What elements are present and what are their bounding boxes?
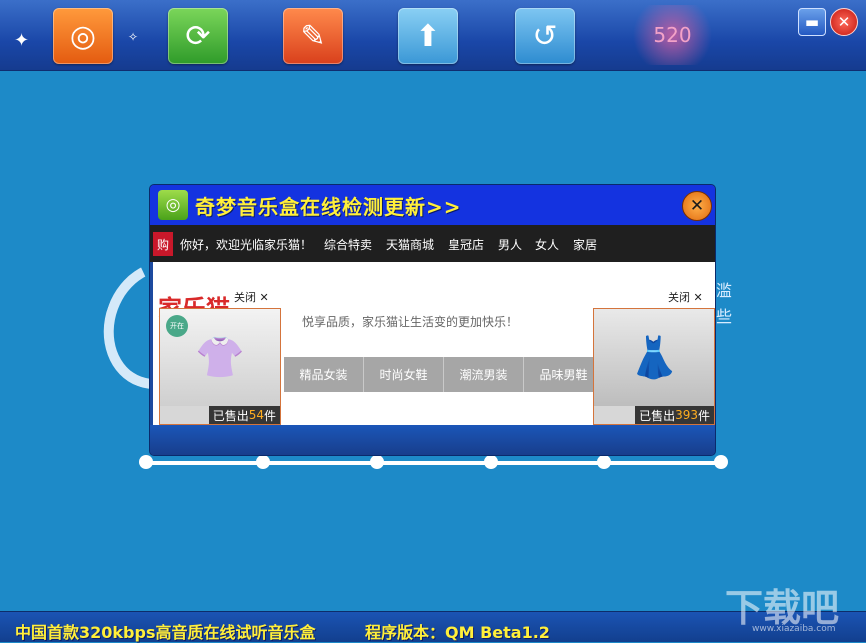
status-tagline: 中国首款320kbps高音质在线试听音乐盒: [15, 619, 315, 643]
close-icon: ✕: [838, 13, 851, 31]
product-ad-right[interactable]: 👗 已售出393件: [593, 308, 715, 425]
category-tab[interactable]: 品味男鞋: [524, 357, 604, 392]
minimize-icon: ▬: [805, 13, 819, 31]
slider-track[interactable]: [145, 461, 721, 465]
category-tab[interactable]: 时尚女鞋: [364, 357, 444, 392]
nav-link[interactable]: 家居: [573, 236, 597, 253]
ad-close-link[interactable]: 关闭 ✕: [234, 289, 269, 305]
upload-arrow-icon: ⬆: [415, 19, 440, 54]
refresh-button[interactable]: ⟳: [168, 8, 228, 64]
slider-dot[interactable]: [597, 455, 611, 469]
restore-icon: ↺: [532, 19, 557, 54]
slider-dot[interactable]: [370, 455, 384, 469]
popup-title: 奇梦音乐盒在线检测更新>>: [195, 191, 462, 220]
nav-link[interactable]: 皇冠店: [448, 236, 484, 253]
popup-close-button[interactable]: ✕: [682, 191, 712, 221]
music-box-logo-button[interactable]: ◎: [53, 8, 113, 64]
slider-dot[interactable]: [484, 455, 498, 469]
watermark-url: www.xiazaiba.com: [752, 624, 836, 634]
update-popup: ◎ 奇梦音乐盒在线检测更新>> ✕ 购 你好，欢迎光临家乐猫！ 综合特卖 天猫商…: [150, 185, 715, 455]
upload-button[interactable]: ⬆: [398, 8, 458, 64]
version-label: 程序版本：QM Beta1.2: [365, 619, 550, 643]
shop-content: 家乐猫m 悦享品质，家乐猫让生活变的更加快乐！ 精品女装 时尚女鞋 潮流男装 品…: [153, 262, 715, 425]
nav-link[interactable]: 综合特卖: [324, 236, 372, 253]
nav-link[interactable]: 男人: [498, 236, 522, 253]
nav-link[interactable]: 天猫商城: [386, 236, 434, 253]
nav-greeting: 你好，欢迎光临家乐猫！: [180, 236, 312, 253]
restore-button[interactable]: ↺: [515, 8, 575, 64]
heart-text: 520: [653, 23, 691, 47]
slider-dot[interactable]: [139, 455, 153, 469]
cart-icon: 购: [153, 232, 173, 256]
refresh-icon: ⟳: [185, 19, 210, 54]
notepad-icon: ✎: [300, 19, 325, 54]
close-icon: ✕: [690, 196, 704, 216]
category-tab[interactable]: 潮流男装: [444, 357, 524, 392]
shop-nav-bar: 购 你好，欢迎光临家乐猫！ 综合特卖 天猫商城 皇冠店 男人 女人 家居: [150, 225, 715, 262]
notepad-button[interactable]: ✎: [283, 8, 343, 64]
ad-close-link[interactable]: 关闭 ✕: [668, 289, 703, 305]
popup-header: ◎ 奇梦音乐盒在线检测更新>> ✕: [150, 185, 715, 225]
music-box-logo-icon: ◎: [70, 19, 96, 54]
sparkle-icon: ✦: [14, 30, 29, 51]
nav-link[interactable]: 女人: [535, 236, 559, 253]
minimize-button[interactable]: ▬: [798, 8, 826, 36]
badge: 开在: [166, 315, 188, 337]
sold-count-label: 已售出393件: [635, 406, 714, 424]
product-ad-left[interactable]: 👚 开在 已售出54件: [159, 308, 281, 425]
background-text: 滥: [716, 277, 732, 301]
product-photo: 👗: [594, 309, 714, 406]
top-toolbar: ✦ ✧ ◎ ⟳ ✎ ⬆ ↺ 520 ▬ ✕: [0, 0, 866, 71]
background-text: 些: [716, 303, 732, 327]
window-close-button[interactable]: ✕: [830, 8, 858, 36]
sold-count-label: 已售出54件: [209, 406, 280, 424]
popup-footer: [150, 425, 715, 455]
category-tab[interactable]: 精品女装: [284, 357, 364, 392]
slider-dot[interactable]: [256, 455, 270, 469]
slider-dot[interactable]: [714, 455, 728, 469]
slogan: 悦享品质，家乐猫让生活变的更加快乐！: [302, 313, 518, 330]
music-box-logo-icon: ◎: [158, 190, 188, 220]
sparkle-icon: ✧: [128, 30, 138, 44]
heart-decoration: 520: [625, 5, 720, 65]
